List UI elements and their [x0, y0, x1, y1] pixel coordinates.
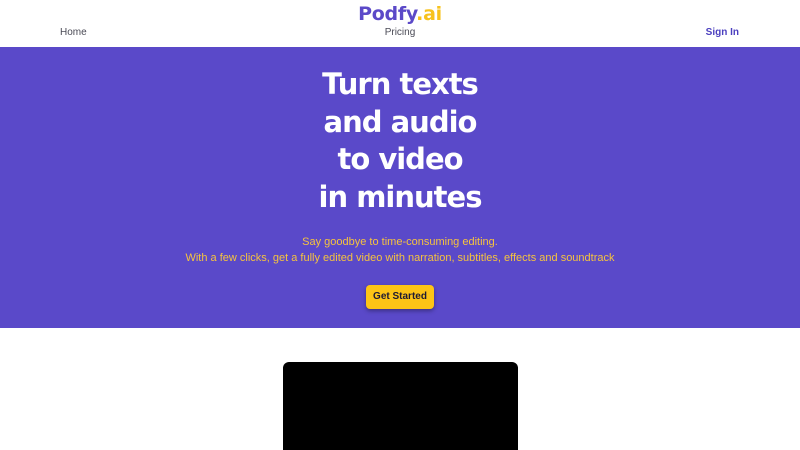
logo-brand: Podfy — [358, 3, 417, 25]
nav-pricing-link[interactable]: Pricing — [385, 27, 416, 38]
video-player[interactable] — [283, 362, 518, 450]
hero-title-line: Turn texts — [322, 67, 479, 101]
landing-page: Podfy.ai Home Pricing Sign In Turn texts… — [0, 0, 800, 450]
hero-subtitle-line: With a few clicks, get a fully edited vi… — [185, 252, 615, 264]
hero-title-line: in minutes — [318, 179, 483, 214]
hero-title-line: to video — [337, 142, 463, 176]
hero-subtitle: Say goodbye to time-consuming editing. W… — [0, 234, 800, 266]
logo-tld: .ai — [416, 3, 442, 25]
nav-pricing-wrapper: Pricing — [0, 27, 800, 39]
nav-home-link[interactable]: Home — [60, 27, 87, 39]
site-header: Podfy.ai Home Pricing Sign In — [0, 0, 800, 47]
hero-subtitle-line: Say goodbye to time-consuming editing. — [302, 236, 498, 248]
sign-in-link[interactable]: Sign In — [706, 27, 739, 39]
get-started-button[interactable]: Get Started — [366, 285, 434, 309]
hero-title-line: and audio — [323, 104, 478, 139]
hero-section: Turn texts and audio to video in minutes… — [0, 47, 800, 328]
logo[interactable]: Podfy.ai — [0, 3, 800, 25]
hero-title: Turn texts and audio to video in minutes — [0, 66, 800, 216]
